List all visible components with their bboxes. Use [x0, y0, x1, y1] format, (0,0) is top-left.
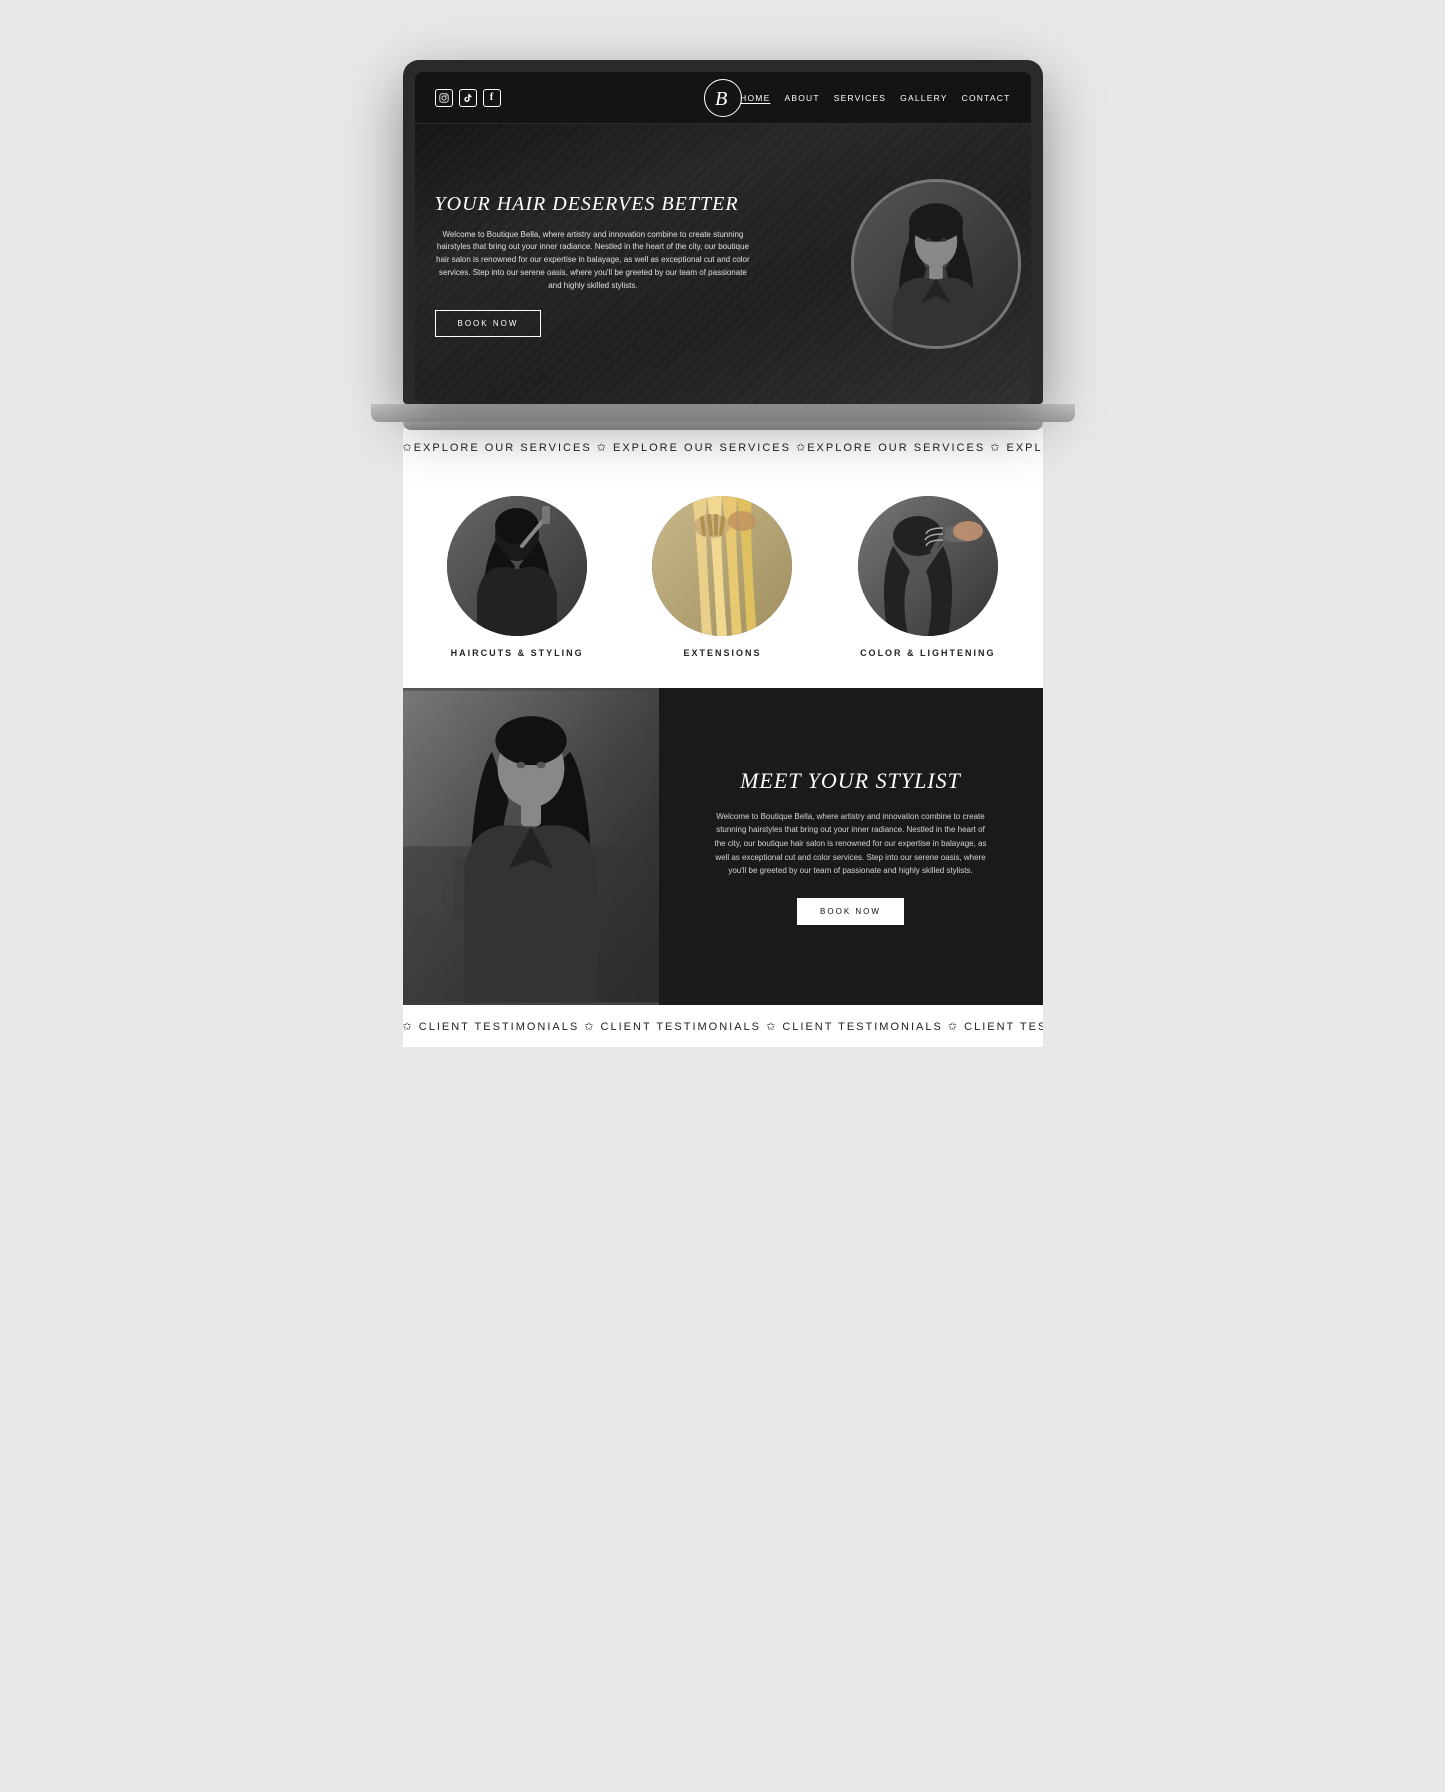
service-extensions-image	[652, 496, 792, 636]
bottom-marquee: ✩ CLIENT TESTIMONIALS ✩ CLIENT TESTIMONI…	[403, 1005, 1043, 1047]
social-icons: f	[435, 89, 501, 107]
hero-section: YOUR HAIR DESERVES BETTER Welcome to Bou…	[415, 124, 1031, 404]
laptop-foot	[403, 422, 1043, 430]
instagram-icon[interactable]	[435, 89, 453, 107]
nav-home[interactable]: HOME	[740, 93, 770, 103]
service-haircuts-label: HAIRCUTS & STYLING	[423, 648, 612, 658]
hero-book-now-button[interactable]: BOOK NOW	[435, 310, 542, 337]
page-wrapper: f B HOME ABOUT	[403, 60, 1043, 1047]
svg-text:B: B	[715, 88, 727, 110]
b-logo-svg: B	[712, 85, 734, 111]
nav-gallery[interactable]: GALLERY	[900, 93, 947, 103]
laptop-frame: f B HOME ABOUT	[403, 60, 1043, 404]
nav-about[interactable]: ABOUT	[784, 93, 819, 103]
service-color-image	[858, 496, 998, 636]
stylist-content: MEET YOUR STYLIST Welcome to Boutique Be…	[659, 688, 1043, 1005]
nav-contact[interactable]: CONTACT	[962, 93, 1011, 103]
stylist-title: MEET YOUR STYLIST	[740, 768, 961, 794]
hero-content: YOUR HAIR DESERVES BETTER Welcome to Bou…	[435, 191, 752, 338]
stylist-section: MEET YOUR STYLIST Welcome to Boutique Be…	[403, 688, 1043, 1005]
facebook-icon[interactable]: f	[483, 89, 501, 107]
hero-portrait	[851, 179, 1021, 349]
nav-services[interactable]: SERVICES	[834, 93, 886, 103]
brand-logo: B	[704, 79, 742, 117]
stylist-image	[403, 688, 659, 1005]
laptop-base	[371, 404, 1075, 422]
laptop-container: f B HOME ABOUT	[403, 60, 1043, 430]
bottom-marquee-text: ✩ CLIENT TESTIMONIALS ✩ CLIENT TESTIMONI…	[403, 1020, 1043, 1033]
services-section: HAIRCUTS & STYLING	[403, 466, 1043, 688]
service-extensions-label: EXTENSIONS	[628, 648, 817, 658]
service-haircuts-image	[447, 496, 587, 636]
services-grid: HAIRCUTS & STYLING	[423, 496, 1023, 658]
navbar: f B HOME ABOUT	[415, 72, 1031, 124]
laptop-screen: f B HOME ABOUT	[415, 72, 1031, 404]
stylist-book-now-button[interactable]: BOOK NOW	[797, 898, 904, 925]
stylist-body: Welcome to Boutique Bella, where artistr…	[711, 810, 991, 878]
tiktok-icon[interactable]	[459, 89, 477, 107]
marquee-text: ✩EXPLORE OUR SERVICES ✩ EXPLORE OUR SERV…	[403, 441, 1043, 454]
nav-links: HOME ABOUT SERVICES GALLERY CONTACT	[740, 93, 1010, 103]
service-extensions: EXTENSIONS	[628, 496, 817, 658]
service-haircuts: HAIRCUTS & STYLING	[423, 496, 612, 658]
hero-body: Welcome to Boutique Bella, where artistr…	[435, 229, 752, 293]
marquee-band: ✩EXPLORE OUR SERVICES ✩ EXPLORE OUR SERV…	[403, 428, 1043, 466]
hero-title: YOUR HAIR DESERVES BETTER	[435, 191, 752, 217]
service-color: COLOR & LIGHTENING	[833, 496, 1022, 658]
service-color-label: COLOR & LIGHTENING	[833, 648, 1022, 658]
